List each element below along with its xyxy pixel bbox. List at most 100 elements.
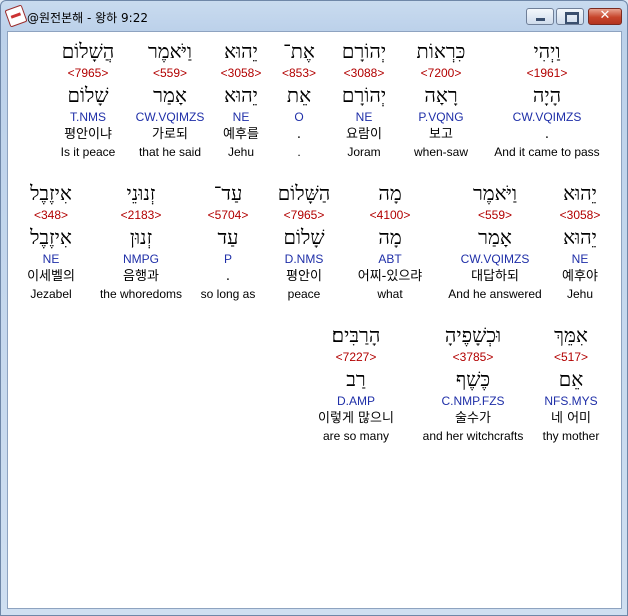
strong-number: <2183> <box>120 208 162 222</box>
strong-number: <7227> <box>335 350 377 364</box>
interlinear-view[interactable]: וַיְהִי <1961> הָיָה CW.VQIMZS . And it … <box>7 31 622 609</box>
korean-gloss: 예후야 <box>562 269 598 284</box>
lemma-word: רַב <box>346 367 366 391</box>
strong-number: <559> <box>477 208 513 222</box>
lemma-word: עַד <box>217 225 239 249</box>
word-cell[interactable]: מָה <4100> מָה ABT 어찌-있으랴 what <box>346 180 434 303</box>
english-gloss: Joram <box>347 145 381 159</box>
english-gloss: Jehu <box>566 287 594 301</box>
hebrew-word: יֵהוּא <box>563 181 597 205</box>
minimize-button[interactable] <box>526 8 554 25</box>
hebrew-word: אֶת־ <box>283 39 315 63</box>
word-cell[interactable]: כִּרְאוֹת <7200> רָאָה P.VQNG 보고 when-sa… <box>402 38 480 161</box>
maximize-button[interactable] <box>556 8 584 25</box>
morph-code: P <box>223 252 232 266</box>
hebrew-word: יְהוֹרָם <box>341 39 387 63</box>
word-cell[interactable]: וּכְשָׁפֶיהָ <3785> כֶּשֶׁף C.NMP.FZS 술수… <box>414 322 532 445</box>
strong-number: <7965> <box>67 66 109 80</box>
lemma-word: כֶּשֶׁף <box>455 367 491 391</box>
word-cell[interactable]: אֶת־ <853> אֵת O . . <box>272 38 326 161</box>
word-cell[interactable]: אִמֵּךְ <517> אֵם NFS.MYS 네 어미 thy mothe… <box>538 322 604 445</box>
morph-code: D.AMP <box>336 394 375 408</box>
word-cell[interactable]: יְהוֹרָם <3088> יְהוֹרָם NE 요람이 Joram <box>328 38 400 161</box>
korean-gloss: . <box>225 269 231 284</box>
morph-code: T.NMS <box>70 110 106 124</box>
english-gloss: the whoredoms <box>99 287 183 301</box>
morph-code: NMPG <box>123 252 159 266</box>
word-cell[interactable]: יֵהוּא <3058> יֵהוּא NE 예후야 Jehu <box>550 180 610 303</box>
word-cell[interactable]: הָרַבִּים׃ <7227> רַב D.AMP 이렇게 많으니 are … <box>304 322 408 445</box>
strong-number: <3088> <box>343 66 385 80</box>
strong-number: <4100> <box>369 208 411 222</box>
morph-code: P.VQNG <box>418 110 464 124</box>
korean-gloss: 대답하되 <box>471 269 519 284</box>
hebrew-word: וַיְהִי <box>533 39 561 63</box>
morph-code: NE <box>42 252 60 266</box>
morph-code: C.NMP.FZS <box>441 394 505 408</box>
word-cell[interactable]: הֲשָׁלוֹם <7965> שָׁלוֹם T.NMS 평안이냐 Is i… <box>48 38 128 161</box>
morph-code: O <box>294 110 304 124</box>
korean-gloss: 음행과 <box>123 269 159 284</box>
english-gloss: Is it peace <box>60 145 116 159</box>
word-cell[interactable]: זְנוּנֵי <2183> זְנוּן NMPG 음행과 the whor… <box>94 180 188 303</box>
lemma-word: יֵהוּא <box>563 225 597 249</box>
morph-code: CW.VQIMZS <box>512 110 582 124</box>
strong-number: <348> <box>33 208 69 222</box>
lemma-word: הָיָה <box>532 83 562 107</box>
strong-number: <7200> <box>420 66 462 80</box>
hebrew-word: מָה <box>378 181 402 205</box>
hebrew-word: הָרַבִּים׃ <box>331 323 381 347</box>
korean-gloss: 보고 <box>429 127 453 142</box>
morph-code: NE <box>571 252 589 266</box>
morph-code: ABT <box>378 252 402 266</box>
word-cell[interactable]: וַיֹּאמֶר <559> אָמַר CW.VQIMZS 대답하되 And… <box>442 180 548 303</box>
app-logo-icon <box>4 4 28 28</box>
word-cell[interactable]: הַשָּׁלוֹם <7965> שָׁלוֹם D.NMS 평안이 peac… <box>270 180 338 303</box>
korean-gloss: 요람이 <box>346 127 382 142</box>
verse-panel: וַיְהִי <1961> הָיָה CW.VQIMZS . And it … <box>8 32 621 608</box>
lemma-word: אָמַר <box>153 83 187 107</box>
lemma-word: אֵם <box>558 367 584 391</box>
hebrew-word: וַיֹּאמֶר <box>472 181 518 205</box>
lemma-word: יְהוֹרָם <box>341 83 387 107</box>
strong-number: <7965> <box>283 208 325 222</box>
korean-gloss: 어찌-있으랴 <box>357 269 423 284</box>
korean-gloss: . <box>544 127 550 142</box>
lemma-word: שָׁלוֹם <box>283 225 325 249</box>
english-gloss: Jehu <box>227 145 255 159</box>
lemma-word: זְנוּן <box>129 225 153 249</box>
window-title: @원전본해 - 왕하 9:22 <box>27 11 148 25</box>
english-gloss: when-saw <box>413 145 469 159</box>
english-gloss: what <box>377 287 403 301</box>
word-cell[interactable]: יֵהוּא <3058> יֵהוּא NE 예후를 Jehu <box>212 38 270 161</box>
strong-number: <5704> <box>207 208 249 222</box>
hebrew-word: וּכְשָׁפֶיהָ <box>444 323 502 347</box>
korean-gloss: 술수가 <box>455 411 491 426</box>
strong-number: <3058> <box>559 208 601 222</box>
korean-gloss: 네 어미 <box>550 411 591 426</box>
hebrew-word: יֵהוּא <box>224 39 258 63</box>
english-gloss: peace <box>287 287 321 301</box>
close-icon: ✕ <box>599 8 611 23</box>
hebrew-word: זְנוּנֵי <box>126 181 156 205</box>
hebrew-word: אִמֵּךְ <box>554 323 588 347</box>
hebrew-word: הַשָּׁלוֹם <box>277 181 331 205</box>
word-cell[interactable]: וַיְהִי <1961> הָיָה CW.VQIMZS . And it … <box>482 32 612 172</box>
hebrew-word: הֲשָׁלוֹם <box>61 39 115 63</box>
english-gloss: Jezabel <box>30 287 72 301</box>
morph-code: CW.VQIMZS <box>460 252 530 266</box>
lemma-word: אִיזֶבֶל <box>30 225 72 249</box>
lemma-word: רָאָה <box>424 83 458 107</box>
english-gloss: that he said <box>138 145 202 159</box>
strong-number: <1961> <box>526 66 568 80</box>
word-cell[interactable]: אִיזֶבֶל <348> אִיזֶבֶל NE 이세벨의 Jezabel <box>14 180 88 303</box>
korean-gloss: 가로되 <box>152 127 188 142</box>
morph-code: CW.VQIMZS <box>135 110 205 124</box>
strong-number: <559> <box>152 66 188 80</box>
korean-gloss: . <box>296 127 302 142</box>
english-gloss: and her witchcrafts <box>422 429 524 443</box>
word-cell[interactable]: וַיֹּאמֶר <559> אָמַר CW.VQIMZS 가로되 that… <box>130 38 210 161</box>
title-bar[interactable]: @원전본해 - 왕하 9:22 ✕ <box>1 1 627 31</box>
word-cell[interactable]: עַד־ <5704> עַד P . so long as <box>194 180 262 303</box>
close-button[interactable]: ✕ <box>588 8 622 25</box>
